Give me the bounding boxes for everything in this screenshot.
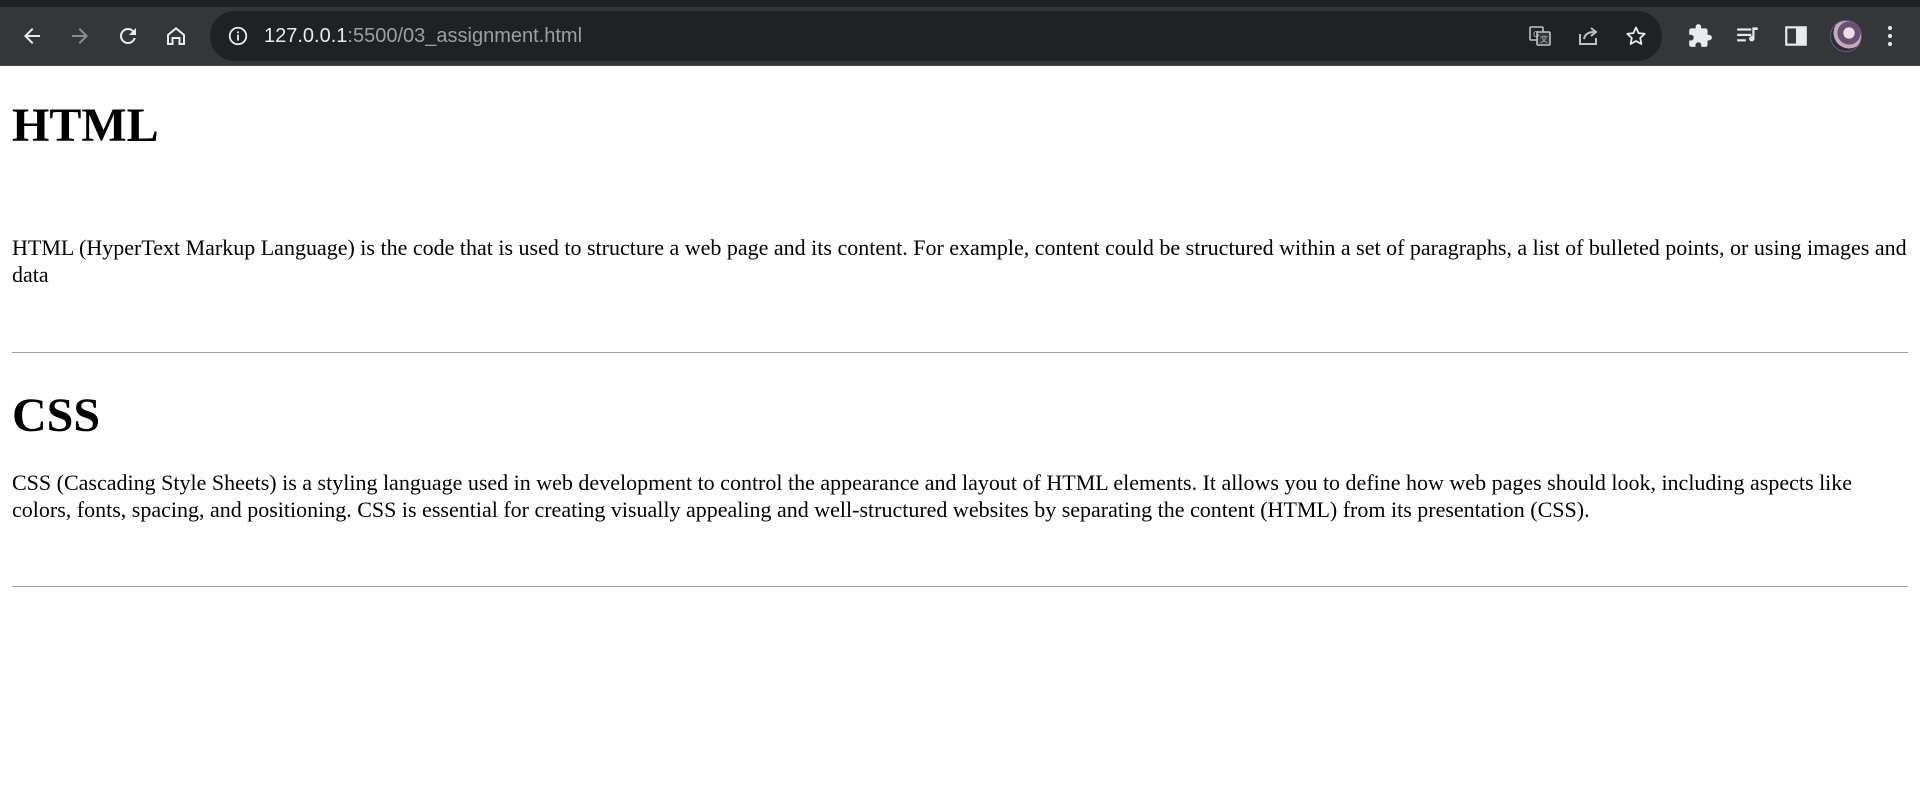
divider <box>12 586 1908 587</box>
forward-arrow-icon <box>72 28 88 44</box>
reload-icon <box>119 27 136 44</box>
site-info-button[interactable] <box>226 24 250 48</box>
home-button[interactable] <box>156 16 196 56</box>
side-panel-button[interactable] <box>1782 22 1810 50</box>
puzzle-icon <box>1689 24 1712 47</box>
media-controls-button[interactable] <box>1734 22 1762 50</box>
section-body-css: CSS (Cascading Style Sheets) is a stylin… <box>12 470 1853 522</box>
reload-button[interactable] <box>108 16 148 56</box>
divider <box>12 352 1908 353</box>
svg-text:文: 文 <box>1540 34 1548 44</box>
forward-button[interactable] <box>60 16 100 56</box>
kebab-menu-icon[interactable] <box>1878 22 1902 50</box>
section-heading-css: CSS <box>12 389 101 442</box>
section-heading-html: HTML <box>12 99 159 152</box>
avatar[interactable] <box>1830 20 1862 52</box>
section-body-html: HTML (HyperText Markup Language) is the … <box>12 235 1907 287</box>
media-queue-icon <box>1737 27 1758 42</box>
extensions-button[interactable] <box>1686 22 1714 50</box>
url-host: 127.0.0.1 <box>264 24 348 47</box>
back-arrow-icon <box>24 28 40 44</box>
url-path: :5500/03_assignment.html <box>347 24 583 47</box>
star-icon <box>1626 26 1646 45</box>
translate-button[interactable]: G文 <box>1528 24 1552 48</box>
address-bar[interactable]: 127.0.0.1:5500/03_assignment.html G文 <box>210 11 1662 61</box>
side-panel-icon <box>1785 26 1807 46</box>
svg-text:G: G <box>1533 30 1539 39</box>
page-content: HTML HTML (HyperText Markup Language) is… <box>0 66 1920 792</box>
url-text[interactable]: 127.0.0.1:5500/03_assignment.html <box>264 25 582 48</box>
home-icon <box>167 27 185 45</box>
translate-icon: G文 <box>1529 26 1551 46</box>
share-icon <box>1579 27 1598 45</box>
bookmark-button[interactable] <box>1624 24 1648 48</box>
browser-toolbar: 127.0.0.1:5500/03_assignment.html G文 <box>0 0 1920 66</box>
info-icon <box>228 26 248 46</box>
back-button[interactable] <box>12 16 52 56</box>
share-button[interactable] <box>1576 24 1600 48</box>
